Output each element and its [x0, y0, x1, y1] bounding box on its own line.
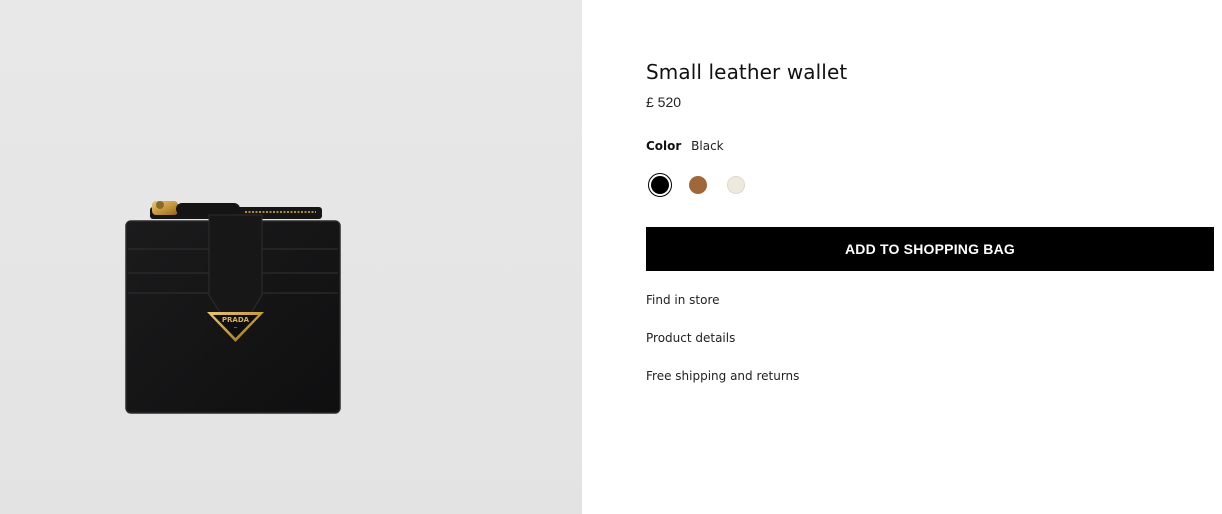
shipping-link[interactable]: Free shipping and returns [646, 369, 799, 383]
color-label: Color [646, 139, 682, 153]
swatch-black-fill [651, 176, 669, 194]
swatch-ivory[interactable] [724, 173, 748, 197]
product-image[interactable]: PRADA ~ [0, 0, 582, 514]
product-price: £ 520 [646, 94, 682, 110]
product-details-link[interactable]: Product details [646, 331, 735, 345]
product-title: Small leather wallet [646, 60, 848, 84]
swatch-cognac-fill [689, 176, 707, 194]
swatch-ivory-fill [727, 176, 745, 194]
color-selection-label: Color Black [646, 139, 724, 153]
product-info-panel: Small leather wallet £ 520 Color Black A… [646, 0, 1214, 514]
find-in-store-link[interactable]: Find in store [646, 293, 720, 307]
swatch-cognac[interactable] [686, 173, 710, 197]
add-to-bag-button[interactable]: ADD TO SHOPPING BAG [646, 227, 1214, 271]
svg-text:~: ~ [233, 325, 237, 331]
product-image-panel: PRADA ~ [0, 0, 582, 514]
color-value: Black [691, 139, 724, 153]
swatch-black[interactable] [648, 173, 672, 197]
logo-text: PRADA [222, 316, 250, 324]
color-swatches [648, 173, 748, 197]
